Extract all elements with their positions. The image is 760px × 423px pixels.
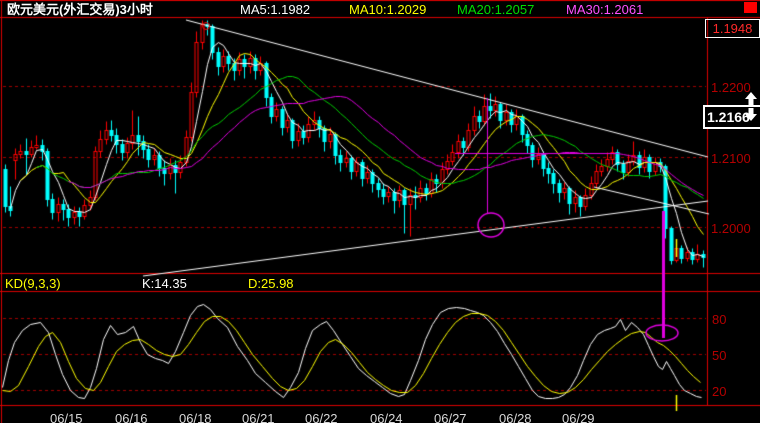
trading-terminal: 欧元美元(外汇交易)3小时 MA5:1.1982 MA10:1.2029 MA2… (0, 0, 760, 423)
date-label: 06/27 (434, 411, 467, 423)
kd-level-label: 80 (712, 311, 727, 327)
red-flag-icon[interactable] (744, 2, 757, 13)
date-label: 06/28 (499, 411, 532, 423)
date-label: 06/22 (305, 411, 338, 423)
kd-level-label: 20 (712, 383, 727, 399)
chart-canvas[interactable] (0, 0, 760, 423)
ma5-label: MA5:1.1982 (240, 2, 311, 17)
kd-level-label: 50 (712, 347, 727, 363)
d-value-label: D:25.98 (248, 276, 294, 291)
date-label: 06/18 (179, 411, 212, 423)
low-price-value: 1.1948 (712, 21, 753, 36)
price-level-label: 1.2000 (711, 220, 751, 236)
low-price-marker: 1.1948 (705, 19, 760, 38)
symbol-title: 欧元美元(外汇交易)3小时 (7, 2, 153, 17)
date-label: 06/16 (115, 411, 148, 423)
ma10-label: MA10:1.2029 (349, 2, 427, 17)
arrow-up-icon[interactable] (744, 92, 758, 106)
date-label: 06/21 (242, 411, 275, 423)
kd-indicator-header: KD(9,3,3) K:14.35 D:25.98 (0, 274, 760, 291)
date-label: 06/24 (370, 411, 403, 423)
kd-indicator-name: KD(9,3,3) (5, 276, 61, 291)
date-label: 06/15 (50, 411, 83, 423)
arrow-down-icon[interactable] (744, 107, 758, 121)
date-label: 06/29 (562, 411, 595, 423)
ma20-label: MA20:1.2057 (457, 2, 535, 17)
price-level-label: 1.2100 (711, 150, 751, 166)
k-value-label: K:14.35 (142, 276, 187, 291)
ma30-label: MA30:1.2061 (566, 2, 644, 17)
